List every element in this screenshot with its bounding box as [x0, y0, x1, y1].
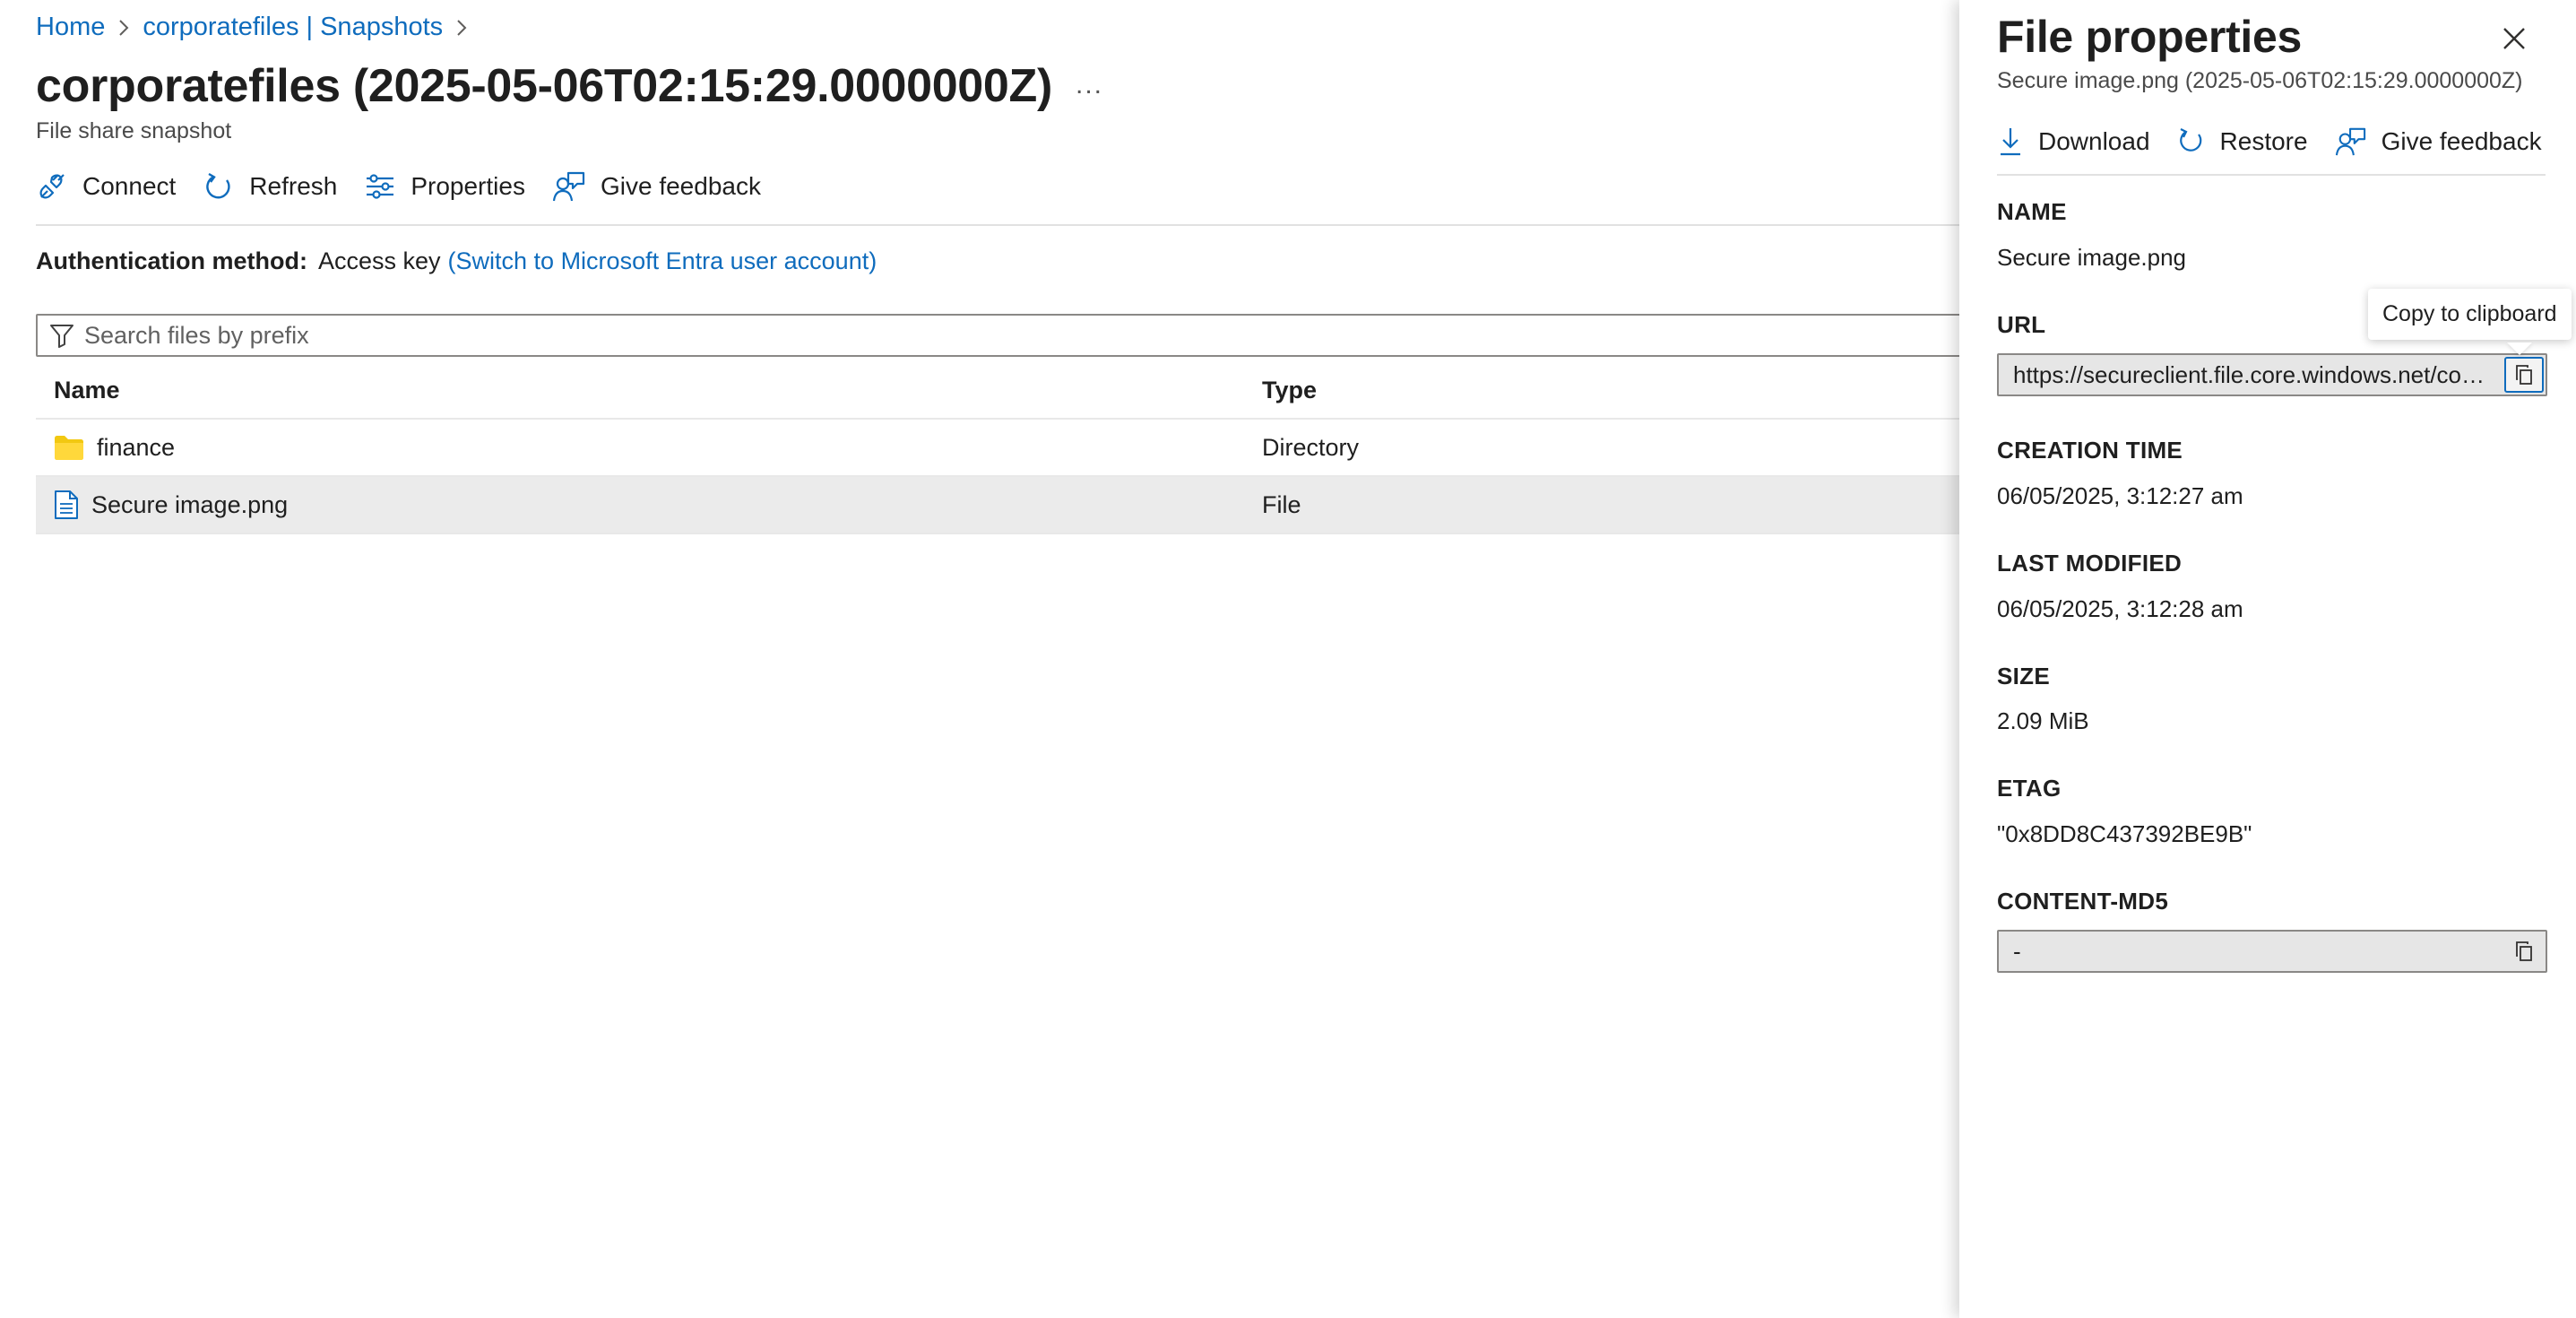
- toolbar-divider: [36, 224, 1959, 226]
- main-content: Home corporatefiles | Snapshots corporat…: [0, 0, 1972, 1318]
- breadcrumb-snapshots-link[interactable]: corporatefiles | Snapshots: [143, 13, 443, 42]
- filter-icon: [48, 322, 75, 349]
- refresh-label: Refresh: [249, 172, 338, 200]
- table-header: Name Type: [36, 362, 1959, 420]
- content-md5-field: -: [1997, 930, 2547, 973]
- size-label: SIZE: [1997, 663, 2050, 689]
- give-feedback-label: Give feedback: [600, 172, 761, 200]
- plug-icon: [36, 170, 68, 203]
- auth-method-value: Access key: [317, 247, 441, 274]
- files-table: Name Type finance Directory Secure image…: [36, 362, 1959, 534]
- content-md5-label: CONTENT-MD5: [1997, 888, 2169, 915]
- sliders-icon: [364, 170, 396, 203]
- name-value: Secure image.png: [1997, 244, 2187, 271]
- content-md5-value[interactable]: -: [2013, 938, 2492, 966]
- panel-subtitle: Secure image.png (2025-05-06T02:15:29.00…: [1997, 68, 2523, 93]
- table-row[interactable]: Secure image.png File: [36, 477, 1959, 534]
- download-label: Download: [2038, 127, 2150, 155]
- chevron-right-icon: [117, 18, 130, 38]
- row-name[interactable]: finance: [97, 434, 175, 462]
- refresh-icon: [203, 170, 235, 203]
- download-icon: [1997, 126, 2024, 158]
- properties-label: Properties: [411, 172, 525, 200]
- column-header-name[interactable]: Name: [36, 377, 1262, 404]
- chevron-right-icon: [455, 18, 468, 38]
- file-icon: [54, 490, 79, 520]
- panel-give-feedback-button[interactable]: Give feedback: [2335, 126, 2542, 157]
- page-title: corporatefiles (2025-05-06T02:15:29.0000…: [36, 60, 1053, 112]
- row-type: File: [1262, 490, 1301, 518]
- row-name[interactable]: Secure image.png: [91, 491, 288, 519]
- etag-value: "0x8DD8C437392BE9B": [1997, 820, 2252, 847]
- etag-label: ETAG: [1997, 775, 2062, 802]
- authentication-method: Authentication method: Access key (Switc…: [36, 247, 877, 275]
- give-feedback-button[interactable]: Give feedback: [552, 170, 761, 203]
- command-bar: Connect Refresh Properties Give feedback: [36, 170, 788, 203]
- copy-to-clipboard-tooltip: Copy to clipboard: [2368, 289, 2572, 340]
- url-field: https://secureclient.file.core.windows.n…: [1997, 353, 2547, 396]
- tooltip-arrow: [2507, 343, 2532, 355]
- more-options-button[interactable]: ...: [1076, 70, 1103, 100]
- name-label: NAME: [1997, 198, 2067, 225]
- last-modified-value: 06/05/2025, 3:12:28 am: [1997, 595, 2243, 622]
- copy-icon: [2514, 941, 2534, 962]
- copy-icon: [2514, 364, 2534, 386]
- folder-icon: [54, 434, 84, 461]
- restore-button[interactable]: Restore: [2177, 126, 2308, 157]
- creation-time-label: CREATION TIME: [1997, 437, 2183, 464]
- restore-icon: [2177, 126, 2206, 157]
- switch-to-entra-link[interactable]: (Switch to Microsoft Entra user account): [448, 247, 877, 275]
- refresh-button[interactable]: Refresh: [203, 170, 337, 203]
- search-input[interactable]: [84, 321, 1949, 350]
- copy-md5-button[interactable]: [2504, 933, 2544, 969]
- connect-button[interactable]: Connect: [36, 170, 176, 203]
- url-value[interactable]: https://secureclient.file.core.windows.n…: [2013, 361, 2492, 389]
- connect-label: Connect: [82, 172, 177, 200]
- feedback-icon: [2335, 126, 2367, 157]
- panel-give-feedback-label: Give feedback: [2381, 127, 2542, 155]
- column-header-type[interactable]: Type: [1262, 377, 1959, 404]
- download-button[interactable]: Download: [1997, 126, 2150, 158]
- size-value: 2.09 MiB: [1997, 707, 2089, 734]
- panel-title: File properties: [1997, 12, 2303, 62]
- auth-method-label: Authentication method:: [36, 247, 307, 274]
- panel-divider: [1997, 174, 2546, 176]
- url-label: URL: [1997, 311, 2046, 338]
- close-icon[interactable]: [2501, 25, 2528, 52]
- search-box: [36, 314, 1972, 357]
- restore-label: Restore: [2219, 127, 2308, 155]
- row-type: Directory: [1262, 433, 1360, 461]
- page-subtitle: File share snapshot: [36, 118, 232, 143]
- creation-time-value: 06/05/2025, 3:12:27 am: [1997, 482, 2243, 509]
- breadcrumb: Home corporatefiles | Snapshots: [36, 13, 480, 42]
- panel-command-bar: Download Restore Give feedback: [1997, 126, 2569, 158]
- breadcrumb-home-link[interactable]: Home: [36, 13, 105, 42]
- table-row[interactable]: finance Directory: [36, 420, 1959, 477]
- properties-button[interactable]: Properties: [364, 170, 525, 203]
- copy-url-button[interactable]: [2504, 357, 2544, 393]
- feedback-icon: [552, 170, 586, 203]
- file-properties-panel: File properties Secure image.png (2025-0…: [1959, 0, 2576, 1318]
- last-modified-label: LAST MODIFIED: [1997, 550, 2183, 577]
